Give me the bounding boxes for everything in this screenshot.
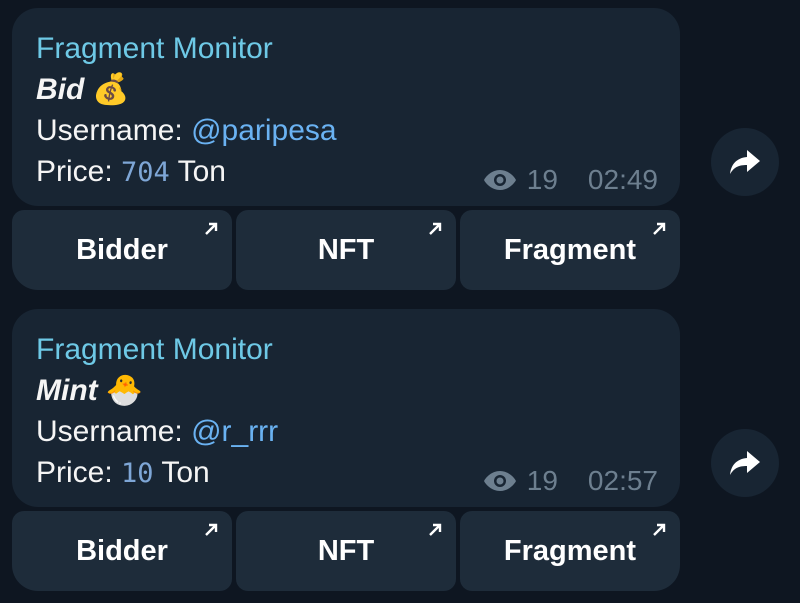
forward-button[interactable] — [711, 429, 779, 497]
hatching-chick-emoji: 🐣 — [105, 374, 143, 407]
fragment-button-label: Fragment — [503, 534, 637, 567]
external-link-arrow-icon — [205, 222, 218, 235]
forward-arrow-icon — [730, 150, 760, 174]
sender-name[interactable]: Fragment Monitor — [36, 28, 680, 69]
message-title: Mint 🐣 — [36, 370, 680, 411]
username-mention-link[interactable]: @paripesa — [191, 114, 337, 147]
message-body: Fragment Monitor Bid 💰 Username: @paripes… — [12, 8, 680, 206]
message-time: 02:57 — [587, 465, 658, 496]
message-meta: 19 02:49 — [483, 164, 658, 196]
forward-arrow-icon — [730, 451, 760, 475]
message-time: 02:49 — [587, 164, 658, 195]
price-unit: Ton — [153, 456, 210, 489]
username-label: Username: — [36, 415, 192, 448]
inline-keyboard: Bidder NFT Fragment — [12, 210, 680, 290]
message-meta: 19 02:57 — [483, 465, 658, 497]
price-label: Price: — [36, 456, 122, 489]
sender-name[interactable]: Fragment Monitor — [36, 329, 680, 370]
nft-button-label: NFT — [317, 233, 375, 266]
title-text: Mint — [36, 374, 98, 407]
price-label: Price: — [36, 155, 122, 188]
forward-button[interactable] — [711, 128, 779, 196]
fragment-button[interactable]: Fragment — [460, 511, 680, 591]
username-line: Username: @r_rrr — [36, 411, 680, 452]
external-link-arrow-icon — [429, 523, 442, 536]
money-bag-emoji: 💰 — [92, 73, 130, 106]
message-bubble: Fragment Monitor Bid 💰 Username: @paripes… — [12, 8, 680, 290]
username-label: Username: — [36, 114, 192, 147]
external-link-arrow-icon — [653, 523, 666, 536]
bidder-button[interactable]: Bidder — [12, 511, 232, 591]
fragment-button[interactable]: Fragment — [460, 210, 680, 290]
bidder-button-label: Bidder — [76, 233, 168, 266]
nft-button[interactable]: NFT — [236, 511, 456, 591]
price-unit: Ton — [169, 155, 226, 188]
message-bubble: Fragment Monitor Mint 🐣 Username: @r_rrr … — [12, 309, 680, 591]
eye-icon — [483, 169, 517, 191]
message-title: Bid 💰 — [36, 69, 680, 110]
fragment-button-label: Fragment — [503, 233, 637, 266]
username-line: Username: @paripesa — [36, 110, 680, 151]
eye-icon — [483, 470, 517, 492]
view-count: 19 — [526, 465, 558, 496]
inline-keyboard: Bidder NFT Fragment — [12, 511, 680, 591]
price-value: 704 — [121, 157, 170, 188]
nft-button-label: NFT — [317, 534, 375, 567]
nft-button[interactable]: NFT — [236, 210, 456, 290]
username-mention-link[interactable]: @r_rrr — [191, 415, 278, 448]
bidder-button-label: Bidder — [76, 534, 168, 567]
external-link-arrow-icon — [653, 222, 666, 235]
bidder-button[interactable]: Bidder — [12, 210, 232, 290]
view-count: 19 — [526, 164, 558, 195]
price-value: 10 — [121, 458, 154, 489]
title-text: Bid — [36, 73, 85, 106]
external-link-arrow-icon — [429, 222, 442, 235]
external-link-arrow-icon — [205, 523, 218, 536]
message-body: Fragment Monitor Mint 🐣 Username: @r_rrr … — [12, 309, 680, 507]
